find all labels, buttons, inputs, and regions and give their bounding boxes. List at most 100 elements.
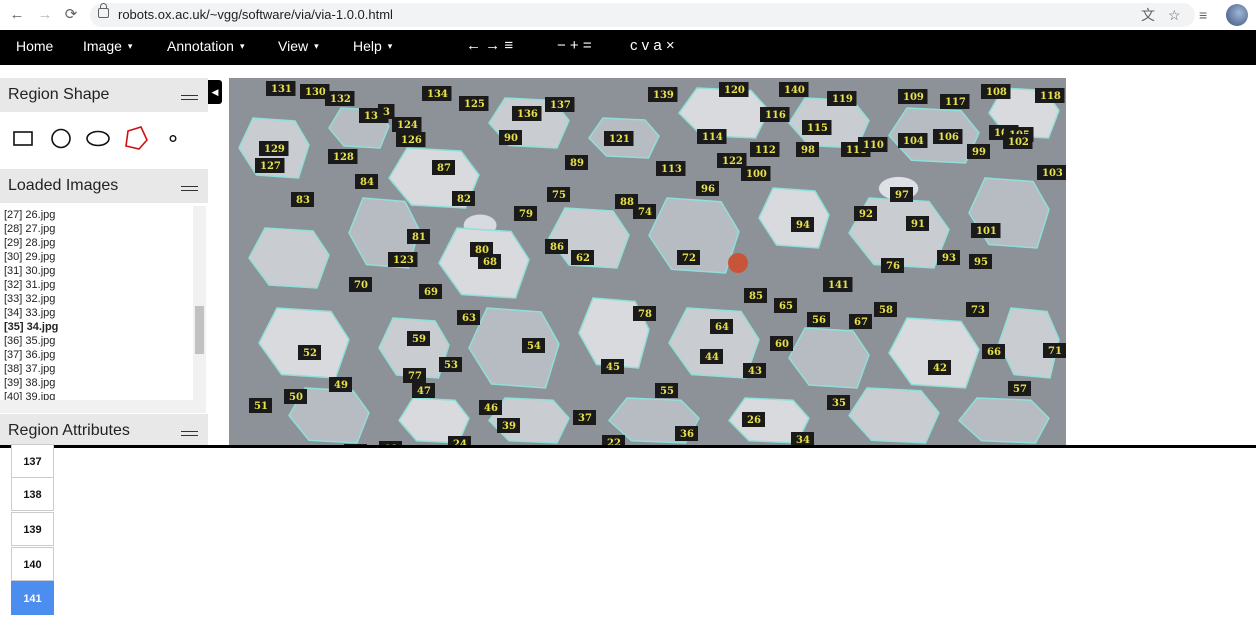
polygon-shape-icon[interactable] (125, 126, 148, 150)
region-id-label: 109 (898, 89, 928, 104)
svg-text:94: 94 (796, 220, 810, 231)
file-item[interactable]: [38] 37.jpg (4, 362, 192, 376)
region-id-label: 100 (741, 166, 771, 181)
svg-text:140: 140 (784, 85, 805, 96)
file-item[interactable]: [39] 38.jpg (4, 376, 192, 390)
svg-text:70: 70 (354, 280, 368, 291)
region-id-label: 60 (770, 336, 793, 351)
region-id-label: 97 (890, 187, 913, 202)
profile-avatar[interactable] (1226, 4, 1248, 26)
region-id-label: 128 (328, 149, 358, 164)
region-overlay[interactable]: 131 130 132 134 125 136 137 139 120 140 119 109 117 1… (229, 78, 1066, 446)
scrollbar-thumb[interactable] (195, 306, 204, 354)
menu-home[interactable]: Home (16, 38, 53, 54)
menu-image[interactable]: Image ▾ (83, 38, 132, 54)
region-outline[interactable] (258, 307, 350, 379)
image-canvas[interactable]: 131 130 132 134 125 136 137 139 120 140 119 109 117 1… (229, 78, 1066, 446)
svg-text:139: 139 (653, 90, 674, 101)
region-id-label: 112 (750, 142, 780, 157)
back-icon[interactable]: ← (8, 6, 26, 24)
reload-icon[interactable]: ⟳ (62, 6, 80, 24)
menu-image-label: Image (83, 38, 122, 54)
region-id-label: 119 (827, 91, 857, 106)
region-id-label: 132 (325, 91, 355, 106)
svg-text:42: 42 (933, 363, 947, 374)
collapse-icon[interactable] (181, 186, 198, 191)
file-item[interactable]: [37] 36.jpg (4, 348, 192, 362)
collapse-icon[interactable] (181, 431, 198, 436)
svg-text:95: 95 (974, 257, 988, 268)
region-id-cell-selected[interactable]: 141 (11, 581, 54, 615)
region-id-label: 59 (407, 331, 430, 346)
loaded-images-header[interactable]: Loaded Images (0, 169, 208, 203)
region-attributes-header[interactable]: Region Attributes (0, 414, 208, 448)
svg-text:47: 47 (417, 386, 431, 397)
region-id-label: 3 (378, 104, 395, 119)
circle-shape-icon[interactable] (51, 128, 71, 149)
forward-icon[interactable]: → (36, 6, 54, 24)
region-outline[interactable] (468, 307, 560, 389)
svg-text:46: 46 (484, 403, 498, 414)
svg-text:55: 55 (660, 386, 674, 397)
file-item[interactable]: [40] 39.jpg (4, 390, 192, 400)
region-id-cell[interactable]: 139 (11, 512, 54, 546)
region-id-cell[interactable]: 138 (11, 477, 54, 511)
region-id-label: 73 (966, 302, 989, 317)
region-id-label: 139 (648, 87, 678, 102)
svg-text:101: 101 (976, 226, 997, 237)
file-item[interactable]: [32] 31.jpg (4, 278, 192, 292)
svg-text:53: 53 (444, 360, 458, 371)
collapse-icon[interactable] (181, 95, 198, 100)
region-id-label: 136 (512, 106, 542, 121)
svg-text:35: 35 (832, 398, 846, 409)
file-item[interactable]: [30] 29.jpg (4, 250, 192, 264)
translate-icon[interactable]: 文 (1141, 6, 1155, 24)
svg-text:68: 68 (483, 257, 497, 268)
address-bar[interactable]: robots.ox.ac.uk/~vgg/software/via/via-1.… (90, 3, 1195, 27)
region-outline[interactable] (848, 387, 940, 444)
ellipse-shape-icon[interactable] (86, 130, 110, 147)
zoom-tools[interactable]: − + = (557, 37, 592, 54)
region-id-label: 42 (928, 360, 951, 375)
region-outline[interactable] (788, 327, 870, 389)
file-list-hscrollbar[interactable] (0, 400, 206, 413)
file-item[interactable]: [36] 35.jpg (4, 334, 192, 348)
url-text: robots.ox.ac.uk/~vgg/software/via/via-1.… (118, 7, 393, 22)
region-edit-tools[interactable]: c v a × (630, 37, 675, 54)
file-item-current[interactable]: [35] 34.jpg (4, 320, 192, 334)
region-id-cell[interactable]: 137 (11, 444, 54, 478)
reading-list-icon[interactable]: ≡ (1199, 6, 1207, 24)
star-icon[interactable]: ☆ (1168, 6, 1181, 24)
menu-annotation[interactable]: Annotation ▾ (167, 38, 244, 54)
region-shape-header[interactable]: Region Shape (0, 78, 208, 112)
loaded-images-list: [27] 26.jpg [28] 27.jpg [29] 28.jpg [30]… (4, 208, 192, 400)
region-id-label: 54 (522, 338, 545, 353)
collapse-sidebar-button[interactable]: ◀ (208, 80, 222, 104)
rectangle-shape-icon[interactable] (13, 131, 33, 146)
menu-view[interactable]: View ▾ (278, 38, 319, 54)
region-id-cell[interactable]: 140 (11, 547, 54, 581)
point-shape-icon[interactable] (169, 134, 177, 142)
svg-text:67: 67 (854, 317, 868, 328)
region-id-label: 43 (743, 363, 766, 378)
file-item[interactable]: [28] 27.jpg (4, 222, 192, 236)
svg-text:77: 77 (408, 371, 422, 382)
region-outline[interactable] (888, 317, 980, 389)
menu-help[interactable]: Help ▾ (353, 38, 392, 54)
region-outline[interactable] (957, 397, 1050, 444)
menu-view-label: View (278, 38, 309, 54)
region-id-label: 45 (601, 359, 624, 374)
file-item[interactable]: [29] 28.jpg (4, 236, 192, 250)
file-item[interactable]: [34] 33.jpg (4, 306, 192, 320)
file-item[interactable]: [31] 30.jpg (4, 264, 192, 278)
region-id-label: 67 (849, 314, 872, 329)
region-id-label: 98 (796, 142, 819, 157)
region-id-label: 93 (937, 250, 960, 265)
image-nav-tools[interactable]: ← → ≡ (466, 37, 513, 54)
file-list-scrollbar[interactable] (193, 206, 206, 400)
region-outline[interactable] (248, 227, 330, 289)
file-item[interactable]: [27] 26.jpg (4, 208, 192, 222)
file-item[interactable]: [33] 32.jpg (4, 292, 192, 306)
svg-text:106: 106 (938, 132, 959, 143)
svg-text:87: 87 (437, 163, 451, 174)
